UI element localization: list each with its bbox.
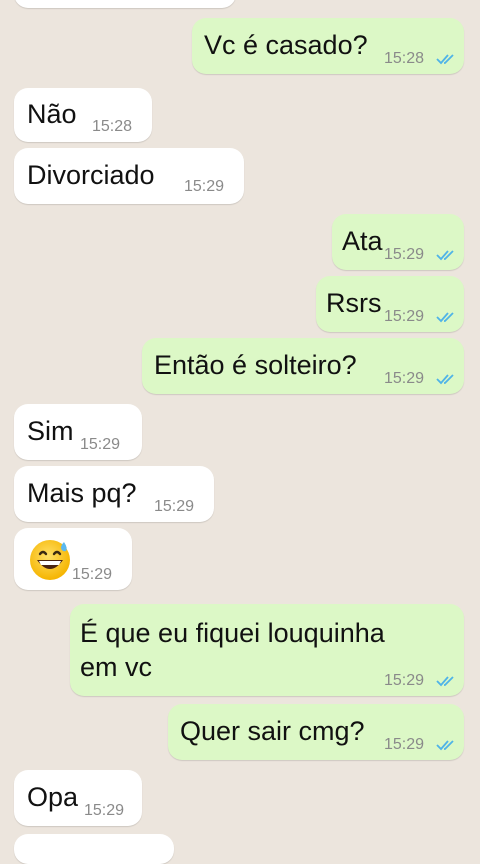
message-text: Mais pq? [27, 478, 137, 508]
message-text: Ata [342, 226, 383, 256]
message-time: 15:29 [84, 802, 125, 819]
message-bubble-partial-top[interactable] [14, 0, 236, 8]
message-time: 15:29 [384, 370, 425, 387]
message-text: Opa [27, 782, 79, 812]
double-check-read-icon [436, 250, 454, 261]
message-time: 15:29 [384, 308, 425, 325]
message-text: Então é solteiro? [154, 350, 357, 380]
message-bubble-outgoing[interactable]: Quer sair cmg? 15:29 [168, 704, 464, 760]
message-text: Sim [27, 416, 74, 446]
grinning-face-with-sweat-icon [30, 540, 70, 580]
message-bubble-incoming[interactable]: Sim 15:29 [14, 404, 142, 460]
message-bubble-outgoing[interactable]: Rsrs 15:29 [316, 276, 464, 332]
message-bubble-incoming[interactable]: Mais pq? 15:29 [14, 466, 214, 522]
message-text: Quer sair cmg? [180, 716, 365, 746]
message-bubble-outgoing[interactable]: Ata 15:29 [332, 214, 464, 270]
message-time: 15:28 [384, 50, 425, 67]
message-bubble-outgoing[interactable]: Vc é casado? 15:28 [192, 18, 464, 74]
double-check-read-icon [436, 312, 454, 323]
message-time: 15:29 [80, 436, 121, 453]
message-text: Divorciado [27, 160, 155, 190]
message-bubble-incoming-emoji[interactable]: 15:29 [14, 528, 132, 590]
message-bubble-partial-bottom[interactable] [14, 834, 174, 864]
message-time: 15:29 [72, 566, 113, 583]
message-bubble-incoming[interactable]: Opa 15:29 [14, 770, 142, 826]
message-text: Rsrs [326, 288, 382, 318]
message-time: 15:29 [184, 178, 225, 195]
double-check-read-icon [436, 374, 454, 385]
message-time: 15:29 [384, 736, 425, 753]
message-text: Vc é casado? [204, 30, 368, 60]
double-check-read-icon [436, 740, 454, 751]
message-bubble-incoming[interactable]: Divorciado 15:29 [14, 148, 244, 204]
message-text: Não [27, 99, 77, 129]
message-text-line-1: É que eu fiquei louquinha [80, 618, 385, 648]
double-check-read-icon [436, 676, 454, 687]
message-bubble-outgoing[interactable]: É que eu fiquei louquinha em vc 15:29 [70, 604, 464, 696]
message-time: 15:29 [154, 498, 195, 515]
message-text-line-2: em vc [80, 652, 153, 682]
message-time: 15:28 [92, 118, 133, 135]
message-bubble-outgoing[interactable]: Então é solteiro? 15:29 [142, 338, 464, 394]
message-bubble-incoming[interactable]: Não 15:28 [14, 88, 152, 142]
message-time: 15:29 [384, 672, 425, 689]
message-time: 15:29 [384, 246, 425, 263]
double-check-read-icon [436, 54, 454, 65]
